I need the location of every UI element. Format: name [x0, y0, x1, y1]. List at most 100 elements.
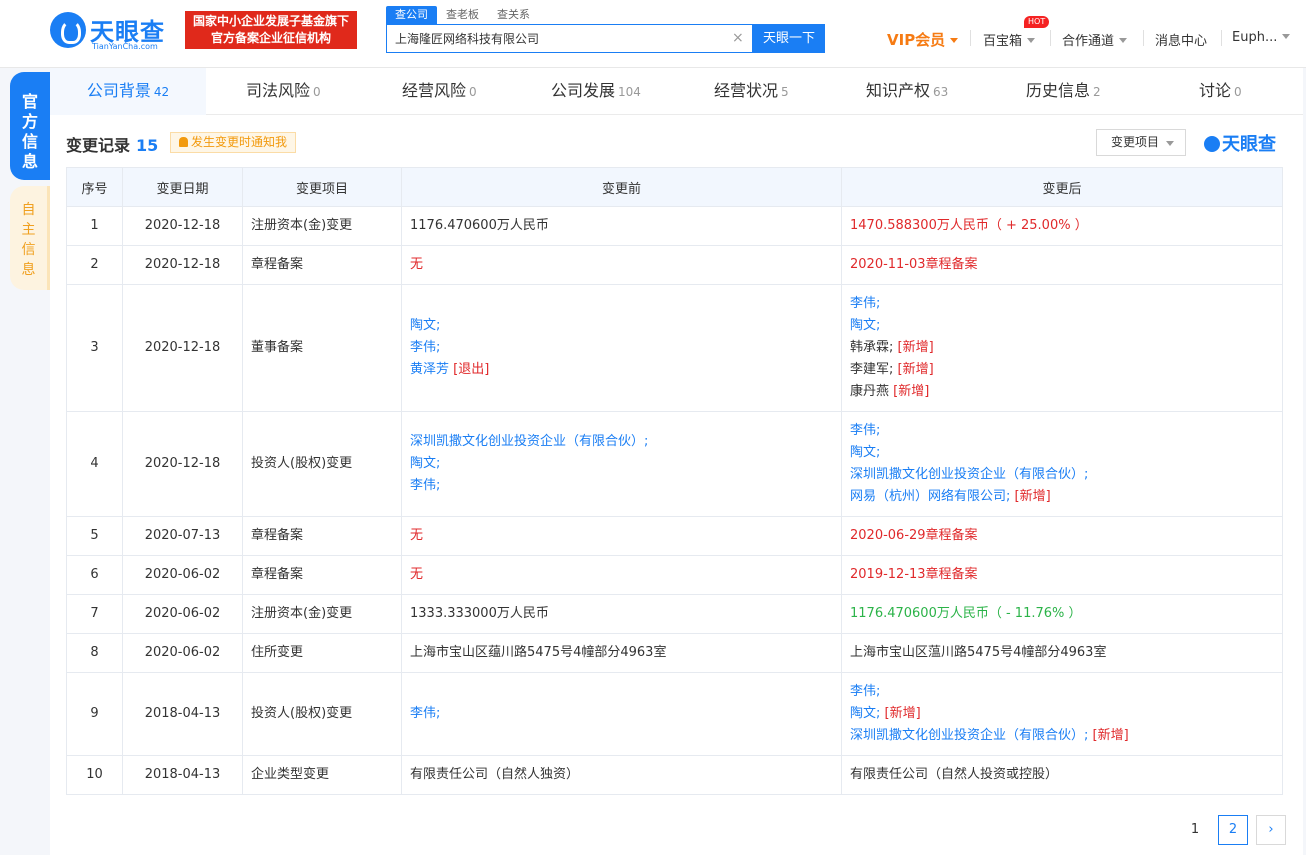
clear-icon[interactable]: × [732, 30, 744, 46]
change-text: 有限责任公司（自然人投资或控股） [850, 767, 1059, 782]
entity-link[interactable]: 深圳凯撒文化创业投资企业（有限合伙）; [410, 434, 648, 449]
search-input[interactable] [395, 31, 715, 45]
search-button[interactable]: 天眼一下 [753, 24, 825, 53]
brand-logo: 天眼查 [1204, 130, 1276, 156]
badge-line2: 官方备案企业征信机构 [210, 31, 331, 45]
table-row: 6 2020-06-02 章程备案无 2019-12-13章程备案 [66, 555, 1283, 595]
entity-link[interactable]: 陶文; [850, 706, 880, 721]
table-header-row: 序号 变更日期 变更项目 变更前 变更后 [66, 167, 1283, 207]
search-tab-boss[interactable]: 查老板 [437, 6, 488, 24]
entity-link[interactable]: 李伟; [410, 706, 440, 721]
change-text: 1333.333000万人民币 [410, 606, 549, 621]
change-date: 2018-04-13 [122, 672, 243, 756]
divider [970, 30, 971, 46]
change-text: 1176.470600万人民币（ - 11.76% ） [850, 606, 1082, 621]
change-line: 1470.588300万人民币（ + 25.00% ） [850, 215, 1274, 237]
table-row: 1 2020-12-18 注册资本(金)变更 1176.470600万人民币 1470.… [66, 206, 1283, 246]
sidebar-tab-official[interactable]: 官方信息 [10, 72, 50, 180]
change-line: 李伟; [850, 293, 1274, 315]
tab-business-status[interactable]: 经营状况 5 [714, 68, 789, 115]
change-before: 无 [401, 555, 842, 595]
change-item: 章程备案 [242, 516, 402, 556]
table-row: 2 2020-12-18 章程备案无 2020-11-03章程备案 [66, 245, 1283, 285]
tab-operating-risk[interactable]: 经营风险 0 [402, 68, 477, 115]
entity-link[interactable]: 陶文; [410, 318, 440, 333]
column-header: 变更日期 [122, 167, 243, 207]
tab-history[interactable]: 历史信息 2 [1026, 68, 1101, 115]
change-text: 2020-06-29章程备案 [850, 528, 978, 543]
tab-company-development[interactable]: 公司发展 104 [551, 68, 641, 115]
change-item: 投资人(股权)变更 [242, 411, 402, 517]
entity-link[interactable]: 网易（杭州）网络有限公司; [850, 489, 1010, 504]
change-line: 深圳凯撒文化创业投资企业（有限合伙）; [410, 431, 833, 453]
filter-dropdown[interactable]: 变更项目 [1096, 129, 1186, 156]
change-line: 1333.333000万人民币 [410, 603, 833, 625]
change-after: 2019-12-13章程备案 [841, 555, 1283, 595]
entity-link[interactable]: 深圳凯撒文化创业投资企业（有限合伙）; [850, 467, 1088, 482]
tab-count: 104 [618, 85, 641, 99]
treasure-box-menu[interactable]: 百宝箱 [983, 30, 1036, 49]
row-number: 8 [66, 633, 123, 673]
change-line: 李伟; [850, 681, 1274, 703]
change-line: 无 [410, 254, 833, 276]
change-after: 有限责任公司（自然人投资或控股） [841, 755, 1283, 795]
tab-judicial-risk[interactable]: 司法风险 0 [246, 68, 321, 115]
change-line: 李伟; [410, 703, 833, 725]
next-page-button[interactable]: › [1256, 815, 1286, 845]
row-number: 4 [66, 411, 123, 517]
change-line: 康丹燕 [新增] [850, 381, 1274, 403]
table-body: 1 2020-12-18 注册资本(金)变更 1176.470600万人民币 1470.… [66, 206, 1283, 795]
change-line: 有限责任公司（自然人投资或控股） [850, 764, 1274, 786]
change-text: 上海市宝山区蕰川路5475号4幢部分4963室 [850, 645, 1107, 660]
filter-label: 变更项目 [1111, 135, 1160, 149]
message-center-link[interactable]: 消息中心 [1155, 30, 1207, 49]
entity-link[interactable]: 陶文; [850, 318, 880, 333]
cooperation-menu[interactable]: 合作通道 [1062, 30, 1128, 49]
vip-menu[interactable]: VIP会员 [887, 29, 959, 50]
tab-label: 公司发展 [551, 81, 616, 100]
change-text: 上海市宝山区蕴川路5475号4幢部分4963室 [410, 645, 667, 660]
user-menu[interactable]: Euph... [1232, 30, 1291, 45]
entity-link[interactable]: 李伟; [410, 340, 440, 355]
tab-label: 历史信息 [1026, 81, 1091, 100]
tab-label: 经营风险 [402, 81, 467, 100]
table-row: 8 2020-06-02 住所变更 上海市宝山区蕴川路5475号4幢部分4963室 上海… [66, 633, 1283, 673]
entity-link[interactable]: 黄泽芳 [410, 362, 449, 377]
change-line: 李建军; [新增] [850, 359, 1274, 381]
chevron-down-icon [1027, 38, 1036, 43]
tab-label: 知识产权 [866, 81, 931, 100]
chevron-down-icon [1166, 141, 1174, 146]
page-1-button[interactable]: 1 [1180, 815, 1210, 845]
entity-link[interactable]: 深圳凯撒文化创业投资企业（有限合伙）; [850, 728, 1088, 743]
change-line: 李伟; [410, 475, 833, 497]
page-2-button[interactable]: 2 [1218, 815, 1248, 845]
tab-intellectual-property[interactable]: 知识产权 63 [866, 68, 948, 115]
change-tag: [新增] [893, 362, 934, 377]
row-number: 9 [66, 672, 123, 756]
entity-link[interactable]: 陶文; [850, 445, 880, 460]
entity-link[interactable]: 李伟; [850, 296, 880, 311]
cooperation-label: 合作通道 [1062, 34, 1115, 49]
entity-link[interactable]: 李伟; [850, 423, 880, 438]
entity-link[interactable]: 李伟; [410, 478, 440, 493]
change-line: 陶文; [850, 442, 1274, 464]
tab-company-background[interactable]: 公司背景 42 [50, 68, 206, 115]
divider [1050, 30, 1051, 46]
change-tag: [新增] [889, 384, 930, 399]
logo[interactable]: 天眼查 TianYanCha.com [50, 10, 175, 52]
divider [1221, 30, 1222, 46]
search-tab-company[interactable]: 查公司 [386, 6, 437, 24]
tab-count: 0 [469, 85, 477, 99]
change-date: 2020-12-18 [122, 245, 243, 285]
entity-link[interactable]: 陶文; [410, 456, 440, 471]
tab-count: 5 [781, 85, 789, 99]
notify-button[interactable]: 发生变更时通知我 [170, 132, 297, 153]
change-item: 投资人(股权)变更 [242, 672, 402, 756]
entity-link[interactable]: 李伟; [850, 684, 880, 699]
sidebar-tab-self[interactable]: 自主信息 [10, 186, 50, 290]
change-item: 章程备案 [242, 555, 402, 595]
tab-discussion[interactable]: 讨论 0 [1199, 68, 1242, 115]
change-before: 深圳凯撒文化创业投资企业（有限合伙）; 陶文; 李伟; [401, 411, 842, 517]
search-tab-relation[interactable]: 查关系 [488, 6, 539, 24]
change-date: 2020-12-18 [122, 206, 243, 246]
